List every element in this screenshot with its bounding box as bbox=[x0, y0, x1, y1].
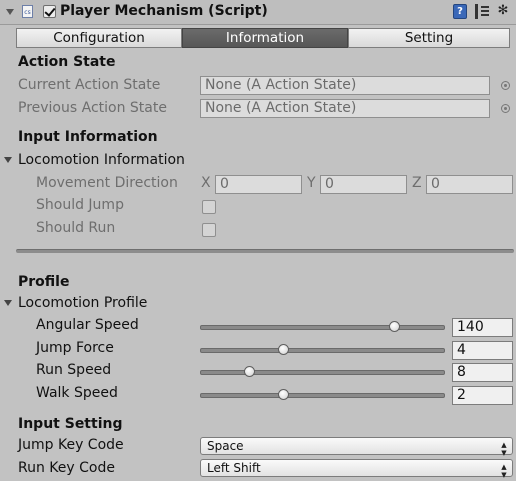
slider-label: Walk Speed bbox=[36, 385, 118, 401]
component-enabled-checkbox[interactable] bbox=[43, 5, 56, 18]
input-information-heading: Input Information bbox=[18, 129, 158, 145]
locomotion-information-foldout-icon[interactable] bbox=[4, 157, 12, 163]
should-run-label: Should Run bbox=[36, 220, 116, 236]
jump-key-code-dropdown[interactable]: Space bbox=[200, 437, 513, 455]
should-jump-checkbox bbox=[202, 200, 216, 214]
axis-y-label: Y bbox=[307, 175, 316, 191]
component-title: Player Mechanism (Script) bbox=[60, 3, 268, 19]
slider-track[interactable] bbox=[200, 325, 445, 330]
run-key-code-label: Run Key Code bbox=[18, 460, 115, 476]
movement-y-field: 0 bbox=[320, 175, 407, 194]
presets-icon[interactable] bbox=[475, 4, 489, 19]
slider-value-field[interactable]: 140 bbox=[452, 318, 513, 337]
slider-value-field[interactable]: 8 bbox=[452, 363, 513, 382]
input-setting-heading: Input Setting bbox=[18, 416, 123, 432]
run-key-code-value: Left Shift bbox=[207, 461, 261, 475]
movement-x-field: 0 bbox=[215, 175, 302, 194]
section-separator bbox=[16, 249, 514, 253]
slider-thumb[interactable] bbox=[278, 389, 289, 400]
slider-track[interactable] bbox=[200, 348, 445, 353]
locomotion-profile-foldout-icon[interactable] bbox=[4, 300, 12, 306]
component-foldout-arrow-icon[interactable] bbox=[6, 9, 14, 15]
locomotion-profile-foldout[interactable]: Locomotion Profile bbox=[18, 295, 147, 311]
locomotion-information-foldout[interactable]: Locomotion Information bbox=[18, 152, 185, 168]
movement-z-field: 0 bbox=[426, 175, 513, 194]
profile-heading: Profile bbox=[18, 274, 70, 290]
current-action-state-label: Current Action State bbox=[18, 77, 161, 93]
slider-value-field[interactable]: 2 bbox=[452, 386, 513, 405]
object-picker-icon bbox=[501, 81, 510, 90]
chevron-up-down-icon: ▲▼ bbox=[500, 441, 508, 457]
gear-icon[interactable]: ✻ bbox=[496, 3, 510, 18]
movement-direction-label: Movement Direction bbox=[36, 175, 178, 191]
axis-z-label: Z bbox=[412, 175, 422, 191]
slider-track[interactable] bbox=[200, 393, 445, 398]
should-jump-label: Should Jump bbox=[36, 197, 124, 213]
current-action-state-field: None (A Action State) bbox=[200, 76, 490, 95]
slider-thumb[interactable] bbox=[278, 344, 289, 355]
previous-action-state-field: None (A Action State) bbox=[200, 99, 490, 118]
object-picker-icon bbox=[501, 104, 510, 113]
should-run-checkbox bbox=[202, 223, 216, 237]
tab-setting[interactable]: Setting bbox=[348, 28, 510, 48]
tab-information[interactable]: Information bbox=[182, 28, 348, 48]
action-state-heading: Action State bbox=[18, 54, 116, 70]
jump-key-code-value: Space bbox=[207, 439, 244, 453]
jump-key-code-label: Jump Key Code bbox=[18, 437, 124, 453]
tab-configuration[interactable]: Configuration bbox=[16, 28, 182, 48]
chevron-up-down-icon: ▲▼ bbox=[500, 463, 508, 479]
axis-x-label: X bbox=[201, 175, 211, 191]
run-key-code-dropdown[interactable]: Left Shift bbox=[200, 459, 513, 477]
slider-value-field[interactable]: 4 bbox=[452, 341, 513, 360]
previous-action-state-label: Previous Action State bbox=[18, 100, 167, 116]
slider-thumb[interactable] bbox=[389, 321, 400, 332]
slider-track[interactable] bbox=[200, 370, 445, 375]
script-icon: cs bbox=[22, 5, 33, 18]
slider-label: Jump Force bbox=[36, 340, 114, 356]
slider-label: Angular Speed bbox=[36, 317, 139, 333]
slider-thumb[interactable] bbox=[244, 366, 255, 377]
help-book-icon[interactable]: ? bbox=[453, 4, 467, 19]
slider-label: Run Speed bbox=[36, 362, 112, 378]
